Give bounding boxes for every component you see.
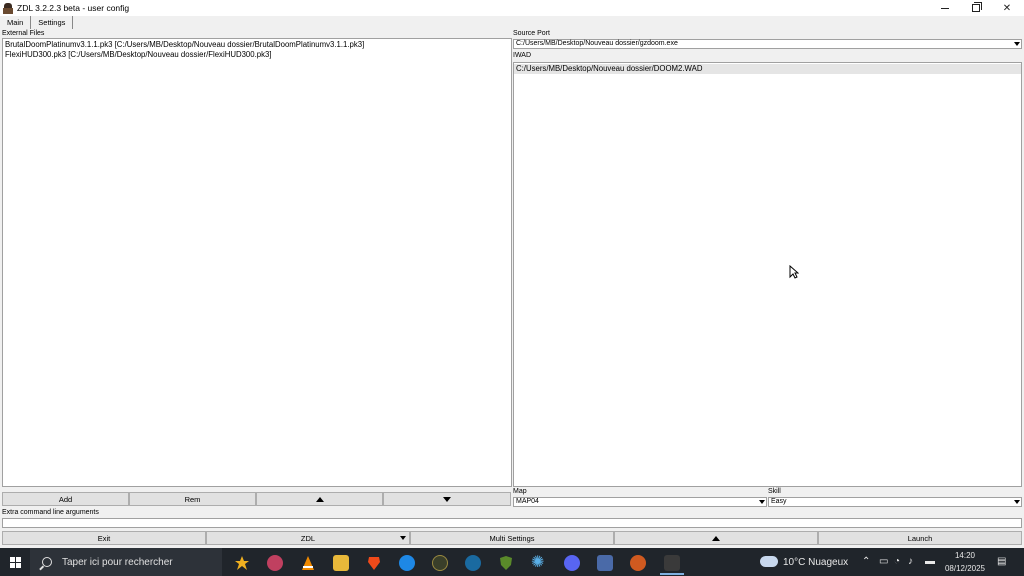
map-select[interactable]: MAP04 <box>513 497 767 507</box>
arrow-down-icon <box>443 496 451 502</box>
cloud-icon <box>760 556 778 567</box>
start-button[interactable] <box>0 548 30 576</box>
taskbar-search[interactable]: Taper ici pour rechercher <box>30 548 222 576</box>
move-up-button[interactable] <box>256 492 383 506</box>
window-title: ZDL 3.2.2.3 beta - user config <box>17 3 130 13</box>
chevron-up-icon[interactable]: ⌃ <box>862 556 870 567</box>
battery-icon[interactable]: ▬ <box>925 556 935 567</box>
mouse-cursor-icon <box>789 265 799 279</box>
close-button[interactable]: ✕ <box>992 0 1022 16</box>
zdl-button-label: ZDL <box>300 533 316 543</box>
close-icon: ✕ <box>1002 2 1012 14</box>
map-label: Map <box>513 488 527 495</box>
multi-settings-button[interactable]: Multi Settings <box>410 531 614 545</box>
arrow-up-icon <box>712 535 720 541</box>
minimize-button[interactable] <box>930 0 960 16</box>
tab-bar: Main Settings <box>0 16 74 30</box>
skill-label: Skill <box>768 488 781 495</box>
star-app-icon[interactable] <box>234 555 250 571</box>
brave-browser-icon[interactable] <box>366 555 382 571</box>
chevron-down-icon <box>757 498 766 506</box>
app-file-icon[interactable] <box>597 555 613 571</box>
source-port-select[interactable]: C:/Users/MB/Desktop/Nouveau dossier/gzdo… <box>513 39 1022 49</box>
restore-button[interactable] <box>961 0 991 16</box>
chevron-down-icon <box>400 536 406 540</box>
external-files-list[interactable]: BrutalDoomPlatinumv3.1.1.pk3 [C:/Users/M… <box>2 38 512 487</box>
add-button[interactable]: Add <box>2 492 129 506</box>
game-app-icon[interactable] <box>267 555 283 571</box>
zdl-app-icon <box>2 2 14 14</box>
app-blue-circle-icon[interactable] <box>399 555 415 571</box>
zdl-menu-button[interactable]: ZDL <box>206 531 410 545</box>
chevron-down-icon <box>1012 498 1021 506</box>
clock-time[interactable]: 14:20 <box>940 551 990 560</box>
search-placeholder: Taper ici pour rechercher <box>62 556 173 568</box>
active-app-indicator <box>660 573 684 575</box>
extra-args-input[interactable] <box>2 518 1022 528</box>
arrow-up-icon <box>315 496 324 502</box>
tab-settings[interactable]: Settings <box>31 16 74 29</box>
device-icon[interactable]: ▭ <box>879 556 888 567</box>
iwad-list[interactable]: C:/Users/MB/Desktop/Nouveau dossier/DOOM… <box>513 62 1022 487</box>
restore-icon <box>972 2 982 12</box>
discord-icon[interactable] <box>564 555 580 571</box>
weather-text[interactable]: 10°C Nuageux <box>783 557 848 568</box>
launch-button[interactable]: Launch <box>818 531 1022 545</box>
skill-select[interactable]: Easy <box>768 497 1022 507</box>
iwad-label: IWAD <box>513 52 532 59</box>
volume-icon[interactable]: ♪ <box>908 556 913 567</box>
zdl-taskbar-icon[interactable] <box>664 555 680 571</box>
shield-app-icon[interactable] <box>498 555 514 571</box>
tab-main[interactable]: Main <box>0 16 32 29</box>
rem-button[interactable]: Rem <box>129 492 256 506</box>
list-item[interactable]: FlexiHUD300.pk3 [C:/Users/MB/Desktop/Nou… <box>5 50 509 60</box>
map-value: MAP04 <box>516 498 539 505</box>
external-files-label: External Files <box>2 30 45 37</box>
windows-logo-icon <box>9 556 21 568</box>
collapse-button[interactable] <box>614 531 818 545</box>
gear-icon[interactable]: ✺ <box>531 555 547 571</box>
search-icon <box>42 557 52 567</box>
exit-button[interactable]: Exit <box>2 531 206 545</box>
extra-args-label: Extra command line arguments <box>2 509 99 516</box>
move-down-button[interactable] <box>383 492 511 506</box>
title-bar: ZDL 3.2.2.3 beta - user config ✕ <box>0 0 1024 16</box>
app-globe-icon[interactable] <box>465 555 481 571</box>
file-explorer-icon[interactable] <box>333 555 349 571</box>
list-item[interactable]: BrutalDoomPlatinumv3.1.1.pk3 [C:/Users/M… <box>5 40 509 50</box>
source-port-label: Source Port <box>513 30 550 37</box>
skill-value: Easy <box>771 498 787 505</box>
app-dark-circle-icon[interactable] <box>432 555 448 571</box>
notification-icon[interactable]: ▤ <box>997 556 1006 567</box>
clock-date[interactable]: 08/12/2025 <box>940 564 990 573</box>
network-icon[interactable]: ◔ <box>894 556 900 567</box>
source-port-value: C:/Users/MB/Desktop/Nouveau dossier/gzdo… <box>516 40 678 47</box>
chevron-down-icon <box>1012 40 1021 48</box>
list-item[interactable]: C:/Users/MB/Desktop/Nouveau dossier/DOOM… <box>514 64 1021 74</box>
app-orange-icon[interactable] <box>630 555 646 571</box>
minimize-icon <box>941 7 949 9</box>
vlc-icon[interactable] <box>300 555 316 571</box>
